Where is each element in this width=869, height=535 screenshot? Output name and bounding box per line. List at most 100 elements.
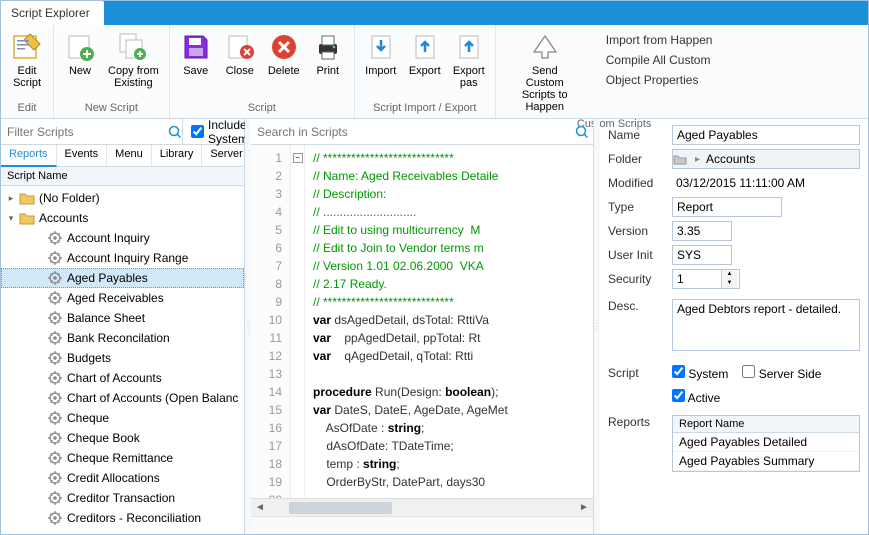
tree-item-label: Creditor Transaction [67,491,175,505]
tab-reports[interactable]: Reports [1,145,57,167]
gear-icon [47,490,63,506]
tree-toggle-icon[interactable]: ▸ [5,193,17,204]
tree-item[interactable]: Credit Allocations [1,468,244,488]
spin-up-icon[interactable]: ▲ [722,270,737,279]
tree-item[interactable]: Balance Sheet [1,308,244,328]
tree-item[interactable]: Cheque Remittance [1,448,244,468]
prop-security-label: Security [608,272,672,286]
search-scripts-input[interactable] [251,119,571,144]
link-compile-all[interactable]: Compile All Custom [602,51,717,69]
tree-item-label: Chart of Accounts (Open Balanc [67,391,238,405]
send-custom-button[interactable]: Send CustomScripts to Happen [500,27,590,117]
prop-security-spinner[interactable]: ▲▼ [672,269,740,289]
scroll-left-icon[interactable]: ◄ [251,499,269,516]
edit-script-label: EditScript [13,65,41,89]
save-icon [180,31,212,63]
tree-item[interactable]: Aged Receivables [1,288,244,308]
tree-item[interactable]: Aged Payables [1,268,244,288]
gear-icon [47,350,63,366]
print-label: Print [316,65,339,77]
tree-item[interactable]: Account Inquiry Range [1,248,244,268]
prop-name-input[interactable] [672,125,860,145]
link-import-happen[interactable]: Import from Happen [602,31,717,49]
include-system-input[interactable] [191,125,204,138]
code-area[interactable]: // ****************************// Name: … [305,145,593,498]
script-tree[interactable]: ▸(No Folder)▾AccountsAccount Inquiry Acco… [1,186,244,534]
export-button[interactable]: Export [403,27,447,81]
prop-userinit-input[interactable] [672,245,732,265]
search-scripts-icon[interactable] [571,119,593,144]
filter-scripts-input[interactable] [1,120,168,144]
edit-script-button[interactable]: EditScript [5,27,49,93]
delete-icon [268,31,300,63]
reports-row[interactable]: Aged Payables Detailed [673,433,859,452]
gear-icon [47,270,63,286]
save-button[interactable]: Save [174,27,218,81]
prop-version-input[interactable] [672,221,732,241]
editor-hscroll[interactable]: ◄ ► [251,498,593,516]
filter-row: Include System [1,119,244,145]
edit-script-icon [11,31,43,63]
export-pas-button[interactable]: Exportpas [447,27,491,93]
delete-button[interactable]: Delete [262,27,306,81]
tree-item[interactable]: Cheque Book [1,428,244,448]
prop-security-input[interactable] [673,270,721,288]
tree-item-label: Account Inquiry Range [67,251,188,265]
code-editor[interactable]: 1234567891011121314151617181920 − // ***… [251,145,593,498]
scroll-thumb[interactable] [289,502,392,514]
tree-item[interactable]: Bank Reconcilation [1,328,244,348]
prop-type-input[interactable] [672,197,782,217]
prop-folder-label: Folder [608,152,672,166]
tab-menu[interactable]: Menu [107,145,152,166]
tree-item[interactable]: Chart of Accounts [1,368,244,388]
tree-item[interactable]: Creditors - Reconciliation [1,508,244,528]
active-checkbox[interactable]: Active [672,389,720,405]
tree-folder[interactable]: ▸(No Folder) [1,188,244,208]
prop-modified-value: 03/12/2015 11:11:00 AM [672,174,860,192]
spin-down-icon[interactable]: ▼ [722,279,737,288]
left-tabs: ReportsEventsMenuLibraryServer [1,145,244,167]
tree-item-label: Cheque Remittance [67,451,173,465]
import-button[interactable]: Import [359,27,403,81]
tab-library[interactable]: Library [152,145,203,166]
tree-item[interactable]: Chart of Accounts (Open Balanc [1,388,244,408]
tree-item-label: Credit Allocations [67,471,160,485]
export-pas-label: Exportpas [453,65,485,89]
tree-item[interactable]: Creditor Transaction [1,488,244,508]
line-gutter: 1234567891011121314151617181920 [251,145,291,498]
prop-userinit-label: User Init [608,248,672,262]
close-button[interactable]: Close [218,27,262,81]
ribbon-links: Import from Happen Compile All Custom Ob… [590,27,729,93]
tree-item-label: Cheque Book [67,431,140,445]
ribbon-group-newscript-label: New Script [58,101,165,116]
reports-row[interactable]: Aged Payables Summary [673,452,859,471]
system-checkbox[interactable]: System [672,365,728,381]
gear-icon [47,230,63,246]
prop-folder-picker[interactable]: ▸ Accounts [672,149,860,169]
reports-grid[interactable]: Report Name Aged Payables DetailedAged P… [672,415,860,472]
gear-icon [47,430,63,446]
fold-gutter[interactable]: − [291,145,305,498]
ribbon-group-newscript: New Copy fromExisting New Script [54,25,170,118]
serverside-checkbox[interactable]: Server Side [742,365,821,381]
tree-item[interactable]: Cheque [1,408,244,428]
copy-from-existing-button[interactable]: Copy fromExisting [102,27,165,93]
prop-desc-input[interactable] [672,299,860,351]
scroll-right-icon[interactable]: ► [575,499,593,516]
export-pas-icon [453,31,485,63]
new-button[interactable]: New [58,27,102,81]
tree-item[interactable]: Budgets [1,348,244,368]
editor-status-strip [251,516,593,534]
tree-folder[interactable]: ▾Accounts [1,208,244,228]
folder-icon [19,190,35,206]
tab-events[interactable]: Events [57,145,108,166]
filter-search-icon[interactable] [168,125,182,139]
gear-icon [47,310,63,326]
tree-item-label: Cheque [67,411,109,425]
prop-modified-label: Modified [608,176,672,190]
tree-toggle-icon[interactable]: ▾ [5,213,17,224]
link-object-props[interactable]: Object Properties [602,71,717,89]
tree-item[interactable]: Account Inquiry [1,228,244,248]
print-button[interactable]: Print [306,27,350,81]
tree-item-label: Creditors - Reconciliation [67,511,201,525]
